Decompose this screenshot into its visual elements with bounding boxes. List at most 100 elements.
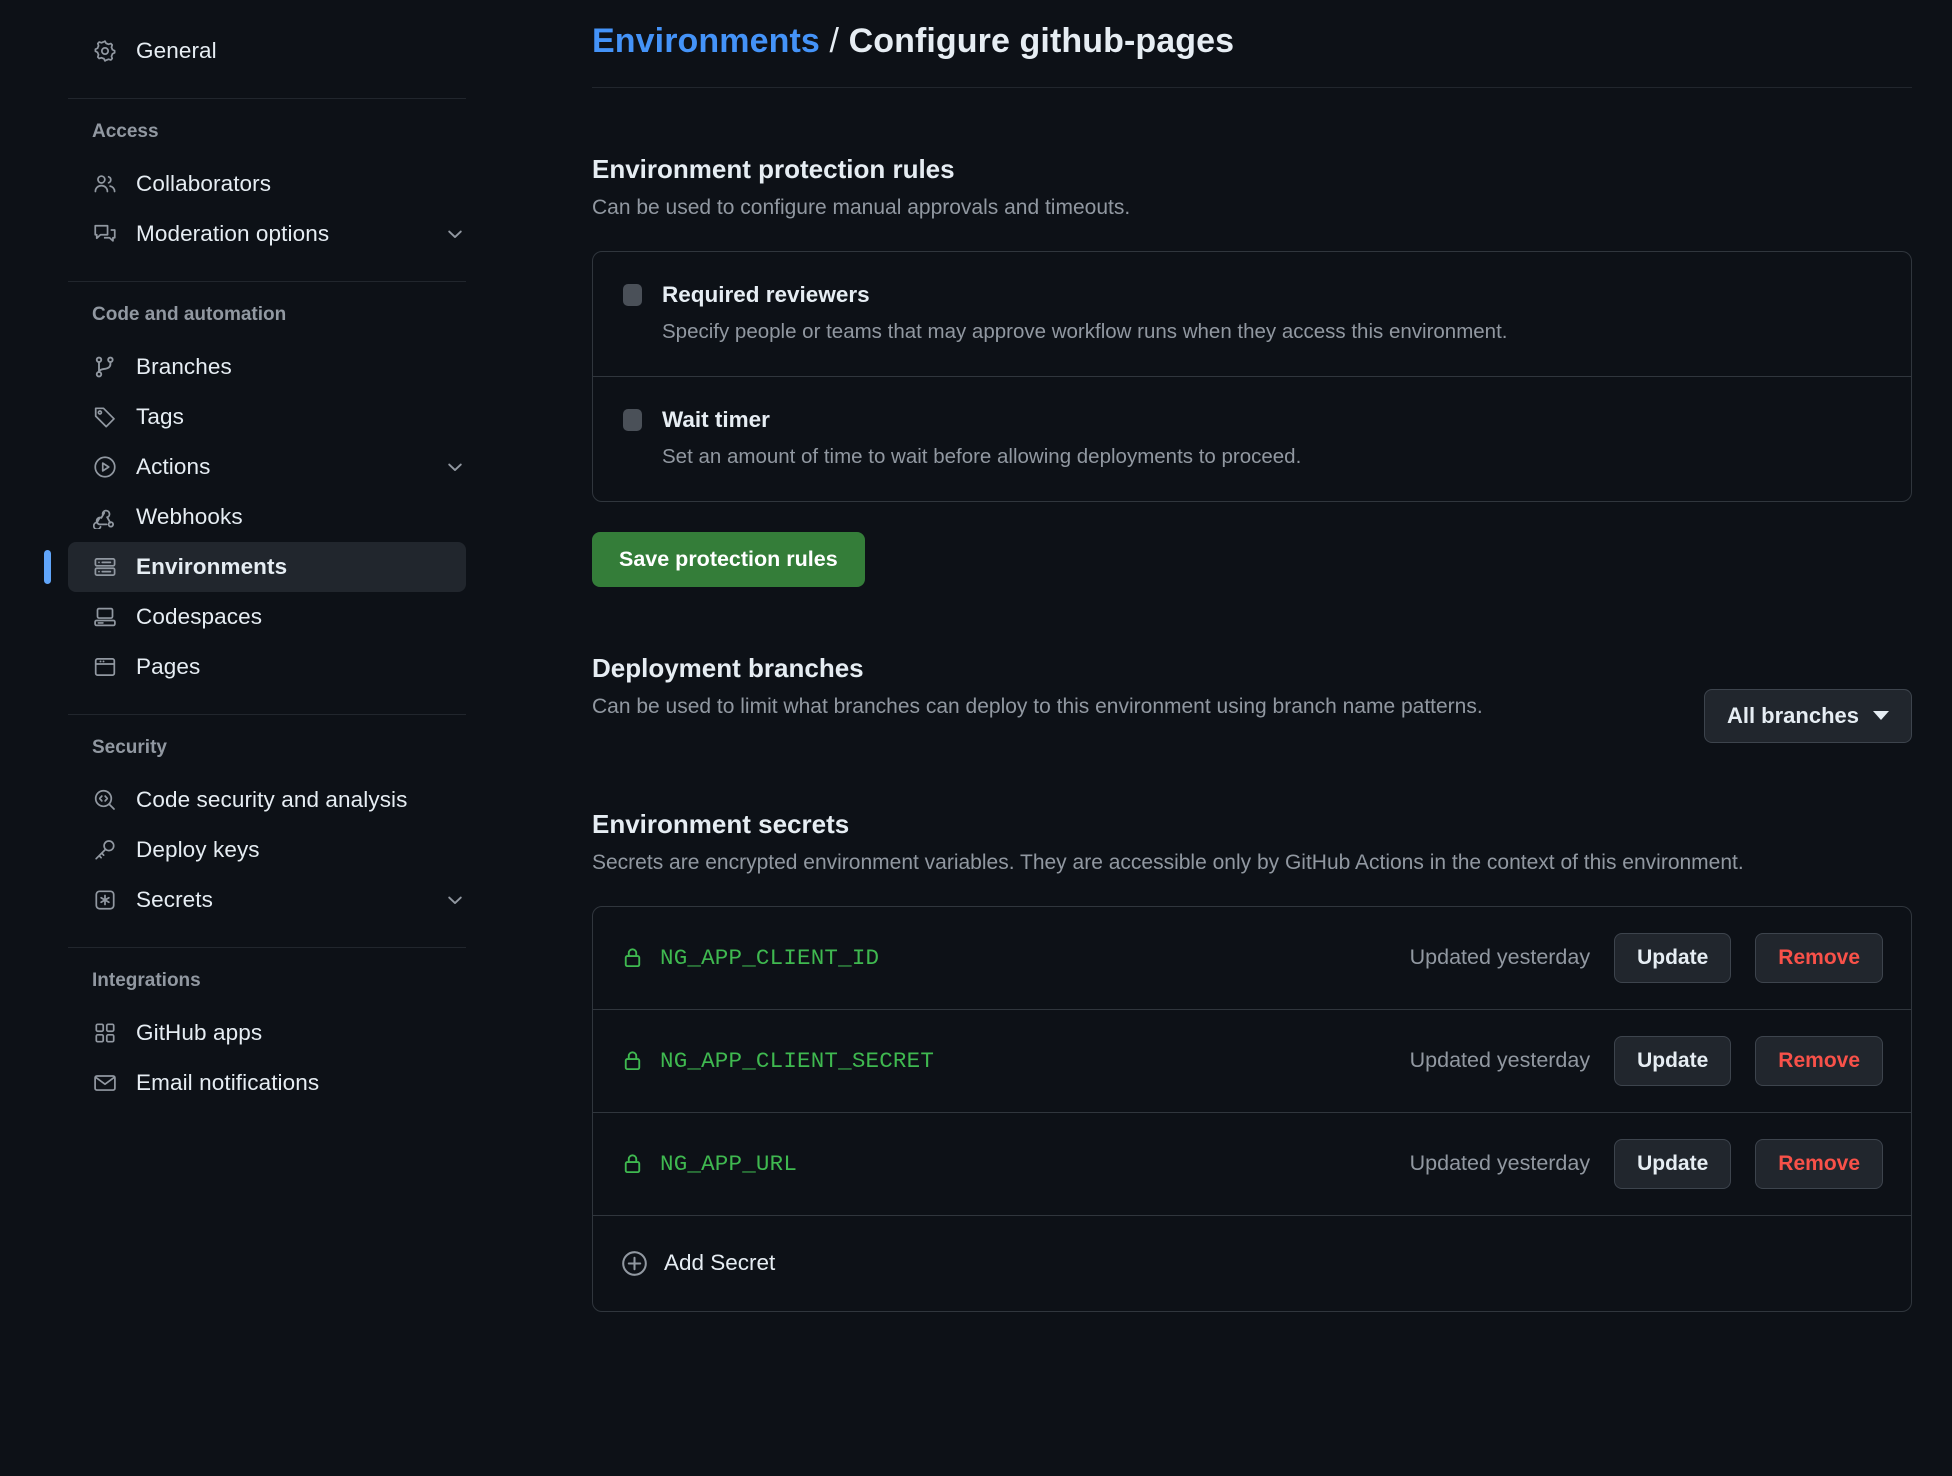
sidebar-item-branches[interactable]: Branches (68, 342, 466, 392)
sidebar-item-label: Webhooks (136, 504, 243, 529)
sidebar-divider (68, 98, 466, 99)
sidebar-item-label: Pages (136, 654, 201, 679)
sidebar-item-actions[interactable]: Actions (68, 442, 466, 492)
sidebar-item-label: Branches (136, 354, 232, 379)
people-icon (92, 171, 118, 197)
deployment-branches-section: Deployment branches Can be used to limit… (592, 653, 1912, 743)
browser-icon (92, 654, 118, 680)
all-branches-dropdown[interactable]: All branches (1703, 688, 1912, 743)
update-secret-button[interactable]: Update (1614, 932, 1732, 983)
sidebar-item-label: Environments (136, 554, 288, 579)
protection-rules-title: Environment protection rules (592, 154, 955, 184)
wait-timer-label: Wait timer (662, 406, 770, 432)
lock-icon (621, 1049, 644, 1072)
webhook-icon (92, 504, 118, 530)
save-protection-rules-button[interactable]: Save protection rules (592, 531, 865, 587)
lock-icon (621, 1152, 644, 1175)
sidebar-item-label: Collaborators (136, 171, 272, 196)
wait-timer-description: Set an amount of time to wait before all… (662, 444, 1302, 468)
add-secret-label: Add Secret (664, 1250, 776, 1276)
sidebar-item-label: Email notifications (136, 1070, 320, 1095)
tag-icon (92, 404, 118, 430)
environment-secrets-title: Environment secrets (592, 808, 850, 839)
secret-updated-text: Updated yesterday (1409, 1048, 1591, 1073)
sidebar-item-email-notifications[interactable]: Email notifications (68, 1058, 466, 1108)
sidebar-item-label: Code security and analysis (136, 787, 408, 812)
sidebar-groups: Access Collaborators Moderation options Cod… (44, 121, 570, 1108)
sidebar-item-label: Codespaces (136, 604, 263, 629)
asterisk-box-icon (92, 887, 118, 913)
rule-header: Required reviewers (623, 282, 1881, 308)
protection-rules-description: Can be used to configure manual approval… (592, 196, 1131, 219)
remove-secret-button[interactable]: Remove (1755, 1138, 1883, 1189)
sidebar-divider (68, 281, 466, 282)
wait-timer-checkbox[interactable] (623, 408, 642, 431)
environment-secrets-section: Environment secrets Secrets are encrypte… (592, 809, 1912, 1312)
sidebar-item-codespaces[interactable]: Codespaces (68, 592, 466, 642)
secret-row: NG_APP_CLIENT_SECRET Updated yesterday Upd… (593, 1008, 1911, 1112)
remove-secret-button[interactable]: Remove (1755, 932, 1883, 983)
add-secret-button[interactable]: Add Secret (593, 1214, 1911, 1311)
required-reviewers-label: Required reviewers (662, 281, 870, 307)
sidebar-group-integrations: Integrations GitHub apps Email notificatio… (68, 970, 570, 1108)
sidebar-item-webhooks[interactable]: Webhooks (68, 492, 466, 542)
protection-rules-card: Required reviewers Specify people or tea… (592, 250, 1912, 502)
required-reviewers-checkbox[interactable] (623, 283, 642, 306)
secret-name: NG_APP_CLIENT_SECRET (660, 1047, 935, 1074)
sidebar-group-title: Security (92, 737, 167, 758)
server-icon (92, 554, 118, 580)
sidebar-group-access: Access Collaborators Moderation options (68, 121, 570, 259)
codespaces-icon (92, 604, 118, 630)
active-indicator (44, 550, 51, 584)
apps-grid-icon (92, 1020, 118, 1046)
deployment-branches-control: All branches (1674, 653, 1912, 743)
sidebar-item-pages[interactable]: Pages (68, 642, 466, 692)
sidebar-item-github-apps[interactable]: GitHub apps (68, 1008, 466, 1058)
lock-icon (621, 946, 644, 969)
play-circle-icon (92, 454, 118, 480)
sidebar-group-title: Access (92, 121, 159, 142)
sidebar-top-group: General (68, 26, 570, 76)
breadcrumb: Environments / Configure github-pages (592, 22, 1912, 88)
sidebar-divider (68, 714, 466, 715)
sidebar-divider (68, 947, 466, 948)
git-branch-icon (92, 354, 118, 380)
main-content: Environments / Configure github-pages En… (570, 0, 1952, 1476)
all-branches-dropdown-label: All branches (1726, 702, 1859, 728)
deployment-branches-description: Can be used to limit what branches can d… (592, 694, 1483, 718)
chevron-down-icon[interactable] (444, 456, 466, 478)
environment-protection-rules-section: Environment protection rules Can be used… (592, 154, 1912, 587)
sidebar-item-label: Secrets (136, 887, 213, 912)
environment-secrets-description: Secrets are encrypted environment variab… (592, 850, 1744, 874)
sidebar-item-deploy-keys[interactable]: Deploy keys (68, 825, 466, 875)
chevron-down-icon[interactable] (444, 223, 466, 245)
sidebar-item-tags[interactable]: Tags (68, 392, 466, 442)
sidebar-item-label: Tags (136, 404, 184, 429)
sidebar-item-collaborators[interactable]: Collaborators (68, 159, 466, 209)
rule-header: Wait timer (623, 407, 1881, 433)
sidebar-group-code-and-automation: Code and automation Branches Tags Actions We… (44, 304, 570, 692)
chevron-down-icon[interactable] (444, 889, 466, 911)
secret-name: NG_APP_URL (660, 1150, 798, 1177)
breadcrumb-environments-link[interactable]: Environments (592, 22, 820, 60)
rule-row: Wait timer Set an amount of time to wait… (593, 375, 1911, 501)
update-secret-button[interactable]: Update (1614, 1138, 1732, 1189)
sidebar-item-environments[interactable]: Environments (44, 542, 466, 592)
sidebar-item-secrets[interactable]: Secrets (68, 875, 466, 925)
remove-secret-button[interactable]: Remove (1755, 1035, 1883, 1086)
settings-sidebar: General Access Collaborators Moderation op… (0, 0, 570, 1476)
plus-circle-icon (621, 1250, 648, 1277)
sidebar-item-general[interactable]: General (68, 26, 466, 76)
secret-row: NG_APP_CLIENT_ID Updated yesterday Update R… (593, 907, 1911, 1009)
secret-row: NG_APP_URL Updated yesterday Update Remove (593, 1111, 1911, 1215)
update-secret-button[interactable]: Update (1614, 1035, 1732, 1086)
sidebar-item-label: General (136, 38, 217, 63)
sidebar-item-moderation-options[interactable]: Moderation options (68, 209, 466, 259)
sidebar-item-code-security-and-analysis[interactable]: Code security and analysis (68, 775, 466, 825)
deployment-branches-title: Deployment branches (592, 652, 864, 683)
mail-icon (92, 1070, 118, 1096)
secret-updated-text: Updated yesterday (1409, 945, 1591, 970)
gear-icon (92, 38, 118, 64)
comment-discussion-icon (92, 221, 118, 247)
sidebar-item-label: Moderation options (136, 221, 330, 246)
